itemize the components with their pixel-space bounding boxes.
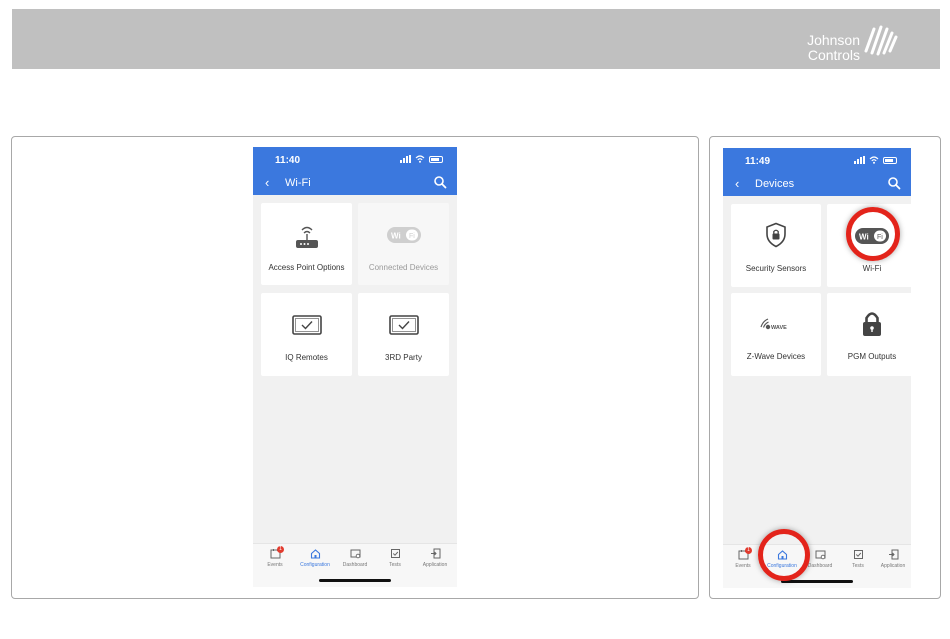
application-icon bbox=[888, 549, 898, 560]
tile-connected-devices: Wi Fi Connected Devices bbox=[358, 203, 449, 285]
tab-label: Application bbox=[880, 563, 906, 569]
tests-icon bbox=[853, 550, 863, 559]
shield-lock-icon bbox=[766, 222, 786, 248]
johnson-controls-logo: Johnson Controls bbox=[800, 17, 910, 63]
tab-bar: 1 Events Configuration Dashboard Tests A… bbox=[253, 543, 457, 587]
application-icon bbox=[430, 548, 440, 559]
tab-tests[interactable]: Tests bbox=[838, 549, 878, 569]
zwave-text: WAVE bbox=[771, 325, 787, 331]
battery-icon bbox=[429, 155, 443, 163]
tile-3rd-party[interactable]: 3RD Party bbox=[358, 293, 449, 376]
tab-label: Tests bbox=[389, 562, 401, 568]
wifi-logo-icon: Wi Fi bbox=[386, 227, 421, 243]
tab-application[interactable]: Application bbox=[873, 549, 911, 569]
home-icon bbox=[310, 549, 320, 559]
nav-bar: ‹ Devices bbox=[723, 172, 911, 196]
left-phone-screen: 11:40 ‹ Wi-Fi Access Point Options Wi Fi… bbox=[253, 147, 457, 587]
home-indicator bbox=[319, 579, 391, 582]
signal-icon bbox=[854, 156, 865, 164]
signal-icon bbox=[400, 155, 411, 163]
tile-label: Security Sensors bbox=[745, 264, 807, 273]
tile-label: IQ Remotes bbox=[285, 353, 328, 362]
tab-application[interactable]: Application bbox=[415, 548, 455, 568]
tablet-check-icon bbox=[388, 315, 419, 335]
tab-label: Application bbox=[422, 562, 448, 568]
highlight-ring-wifi bbox=[846, 207, 900, 261]
status-time: 11:49 bbox=[745, 156, 771, 167]
tab-label: Events bbox=[735, 563, 751, 569]
tile-label: PGM Outputs bbox=[847, 352, 897, 361]
tab-label: Tests bbox=[852, 563, 864, 569]
search-icon[interactable] bbox=[433, 175, 447, 189]
wifi-logo-right: Fi bbox=[409, 233, 415, 240]
tab-label: Dashboard bbox=[342, 562, 368, 568]
tests-icon bbox=[390, 549, 400, 558]
tab-label: Events bbox=[267, 562, 283, 568]
tab-dashboard[interactable]: Dashboard bbox=[335, 548, 375, 568]
tile-label: Z-Wave Devices bbox=[746, 352, 806, 361]
tablet-check-icon bbox=[291, 315, 322, 335]
tab-events[interactable]: 1 Events bbox=[255, 546, 295, 568]
home-indicator bbox=[781, 580, 853, 583]
wifi-status-icon bbox=[415, 155, 425, 163]
status-time: 11:40 bbox=[275, 155, 301, 166]
router-icon bbox=[295, 226, 318, 248]
battery-icon bbox=[883, 156, 897, 164]
padlock-icon bbox=[863, 312, 881, 336]
tile-label: 3RD Party bbox=[385, 353, 422, 362]
status-bar: 11:40 bbox=[253, 147, 457, 171]
tile-pgm-outputs[interactable]: PGM Outputs bbox=[827, 293, 911, 376]
highlight-ring-configuration bbox=[758, 529, 810, 581]
tab-tests[interactable]: Tests bbox=[375, 548, 415, 568]
tab-bar: 1 Events Configuration Dashboard Tests A… bbox=[723, 544, 911, 588]
tab-label: Dashboard bbox=[807, 563, 833, 569]
dashboard-icon bbox=[815, 550, 825, 560]
status-bar: 11:49 bbox=[723, 148, 911, 172]
logo-line-2: Controls bbox=[807, 47, 860, 63]
events-badge: 1 bbox=[277, 546, 284, 553]
logo-mark-icon bbox=[864, 25, 898, 56]
page-title: Devices bbox=[755, 178, 795, 190]
tile-access-point-options[interactable]: Access Point Options bbox=[261, 203, 352, 285]
events-badge: 1 bbox=[745, 547, 752, 554]
page: Johnson Controls 11:40 ‹ Wi-Fi Access Po… bbox=[0, 0, 950, 639]
tab-label: Configuration bbox=[300, 562, 330, 568]
nav-bar: ‹ Wi-Fi bbox=[253, 171, 457, 195]
tile-label: Connected Devices bbox=[368, 263, 439, 272]
tab-events[interactable]: 1 Events bbox=[723, 547, 763, 569]
page-title: Wi-Fi bbox=[285, 177, 311, 189]
wifi-logo-left: Wi bbox=[391, 232, 401, 241]
search-icon[interactable] bbox=[887, 176, 901, 190]
tile-iq-remotes[interactable]: IQ Remotes bbox=[261, 293, 352, 376]
tile-label: Wi-Fi bbox=[862, 264, 882, 273]
dashboard-icon bbox=[350, 549, 360, 559]
top-banner: Johnson Controls bbox=[12, 9, 940, 69]
wifi-status-icon bbox=[869, 156, 879, 164]
back-chevron-icon[interactable]: ‹ bbox=[265, 175, 269, 190]
tab-configuration[interactable]: Configuration bbox=[295, 548, 335, 568]
zwave-icon: WAVE bbox=[760, 318, 787, 331]
logo-line-1: Johnson bbox=[807, 32, 860, 48]
tile-label: Access Point Options bbox=[268, 263, 345, 272]
back-chevron-icon[interactable]: ‹ bbox=[735, 176, 739, 191]
tile-security-sensors[interactable]: Security Sensors bbox=[731, 204, 821, 287]
tile-z-wave-devices[interactable]: WAVE Z-Wave Devices bbox=[731, 293, 821, 376]
